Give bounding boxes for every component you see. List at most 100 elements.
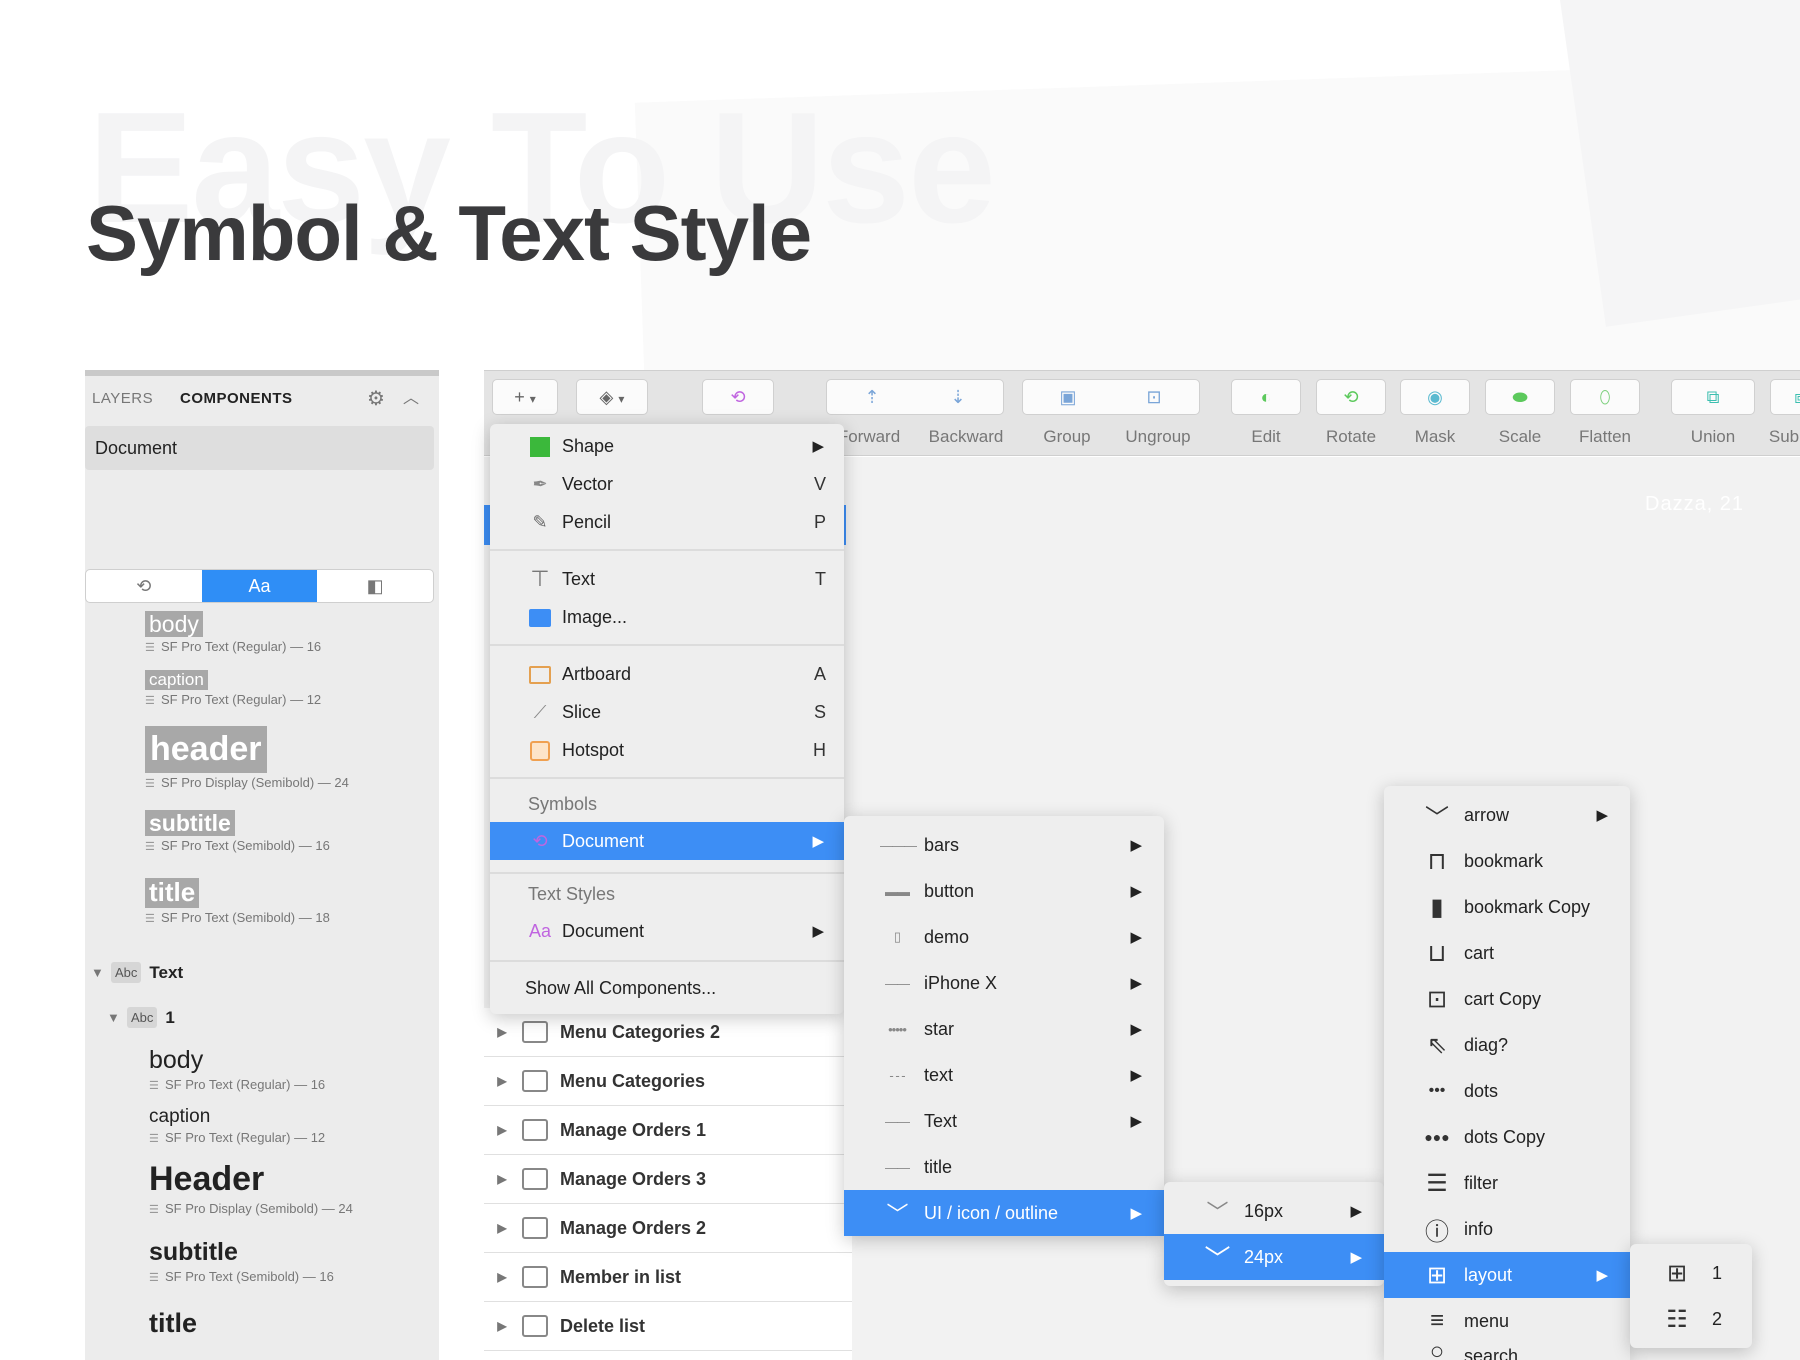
submenu-item-button[interactable]: ▬▬ button ▶ (844, 868, 1164, 914)
tree-group-1[interactable]: ▼ Abc 1 (107, 1007, 175, 1028)
menu-item-image[interactable]: Image... (490, 598, 844, 636)
filter-icon: ☰ (1426, 1169, 1448, 1197)
insert-button[interactable]: + ▾ (492, 379, 558, 415)
scale-button[interactable]: ⬬ (1485, 379, 1555, 415)
menu-item-shape[interactable]: Shape ▶ (490, 427, 844, 465)
icon-item-bookmark[interactable]: ⊓ bookmark (1384, 838, 1630, 884)
document-selector[interactable]: Document (85, 426, 434, 470)
disclosure-triangle-icon[interactable]: ▶ (490, 1074, 514, 1088)
text-style-subtitle-plain[interactable]: subtitle ☰ SF Pro Text (Semibold) — 16 (149, 1238, 334, 1284)
subtract-button[interactable]: ⧈ (1770, 379, 1800, 415)
layer-row[interactable]: ▶ Manage Orders 3 (484, 1155, 852, 1204)
disclosure-triangle-icon[interactable]: ▼ (91, 965, 111, 980)
tree-group-text[interactable]: ▼ Abc Text (91, 962, 183, 983)
submenu-item-ui-icon-outline[interactable]: ﹀ UI / icon / outline ▶ (844, 1190, 1164, 1236)
menu-item-pencil[interactable]: ✎ Pencil P (490, 503, 844, 541)
layer-row[interactable]: ▶ Member in list (484, 1253, 852, 1302)
forward-icon[interactable]: ⇡ (829, 380, 915, 414)
icon-item-arrow[interactable]: ﹀ arrow ▶ (1384, 792, 1630, 838)
create-symbol-button[interactable]: ⟲ (702, 379, 774, 415)
disclosure-triangle-icon[interactable]: ▶ (490, 1270, 514, 1284)
text-style-caption[interactable]: caption ☰ SF Pro Text (Regular) — 12 (145, 670, 321, 707)
menu-item-symbols-document[interactable]: ⟲ Document ▶ (490, 822, 844, 860)
layer-row[interactable]: ▶ Menu Categories 2 (484, 1008, 852, 1057)
gear-icon[interactable]: ⚙ (365, 388, 387, 410)
chevron-up-icon[interactable]: ︿ (400, 388, 422, 410)
layout-item-1[interactable]: ⊞ 1 (1630, 1250, 1752, 1296)
icon-item-cart[interactable]: ⊔ cart (1384, 930, 1630, 976)
submenu-item-text[interactable]: - - - text ▶ (844, 1052, 1164, 1098)
chevron-down-icon: ﹀ (886, 1202, 908, 1227)
icon-item-filter[interactable]: ☰ filter (1384, 1160, 1630, 1206)
icon-item-dots[interactable]: ••• dots (1384, 1068, 1630, 1114)
edit-label: Edit (1251, 427, 1281, 446)
size-submenu: ﹀ 16px ▶ ﹀ 24px ▶ (1164, 1182, 1384, 1286)
icon-item-search[interactable]: ○ search (1384, 1338, 1630, 1360)
disclosure-triangle-icon[interactable]: ▶ (490, 1319, 514, 1333)
icon-item-dots-copy[interactable]: ●●● dots Copy (1384, 1114, 1630, 1160)
submenu-item-text-cap[interactable]: —— Text ▶ (844, 1098, 1164, 1144)
text-style-caption-plain[interactable]: caption ☰ SF Pro Text (Regular) — 12 (149, 1106, 325, 1145)
ungroup-icon[interactable]: ⊡ (1111, 380, 1197, 414)
disclosure-triangle-icon[interactable]: ▼ (107, 1010, 127, 1025)
text-style-body-plain[interactable]: body ☰ SF Pro Text (Regular) — 16 (149, 1046, 325, 1092)
image-icon (528, 607, 552, 628)
tab-layers[interactable]: LAYERS (92, 390, 153, 407)
layer-row[interactable]: ▶ Manage Orders 2 (484, 1204, 852, 1253)
layers-dropdown[interactable]: ◈ ▾ (576, 379, 648, 415)
menu-item-hotspot[interactable]: Hotspot H (490, 731, 844, 769)
mask-icon: ◉ (1427, 387, 1443, 407)
submenu-item-bars[interactable]: ——— bars ▶ (844, 822, 1164, 868)
submenu-item-24px[interactable]: ﹀ 24px ▶ (1164, 1234, 1384, 1280)
hero-title: Symbol & Text Style (86, 189, 812, 277)
text-styles-segment[interactable]: Aa (201, 570, 318, 602)
icon-item-diag[interactable]: ⇖ diag? (1384, 1022, 1630, 1068)
layer-styles-segment[interactable]: ◧ (317, 570, 433, 602)
text-style-title-plain[interactable]: title (149, 1308, 197, 1339)
disclosure-triangle-icon[interactable]: ▶ (490, 1221, 514, 1235)
edit-button[interactable]: ◐ (1231, 379, 1301, 415)
text-style-header-plain[interactable]: Header ☰ SF Pro Display (Semibold) — 24 (149, 1160, 353, 1216)
text-style-header[interactable]: header ☰ SF Pro Display (Semibold) — 24 (145, 726, 349, 790)
icon-item-layout[interactable]: ⊞ layout ▶ (1384, 1252, 1630, 1298)
submenu-arrow-icon: ▶ (812, 438, 824, 455)
symbols-segment[interactable]: ⟲ (86, 570, 202, 602)
submenu-arrow-icon: ▶ (1130, 975, 1142, 992)
symbol-icon: ⟲ (136, 576, 152, 596)
text-style-icon: Aa (528, 920, 552, 941)
rotate-button[interactable]: ⟲ (1316, 379, 1386, 415)
text-style-body[interactable]: body ☰ SF Pro Text (Regular) — 16 (145, 611, 321, 654)
icon-item-cart-copy[interactable]: ⊡ cart Copy (1384, 976, 1630, 1022)
symbol-preview-icon: —— (885, 1159, 910, 1175)
submenu-item-16px[interactable]: ﹀ 16px ▶ (1164, 1188, 1384, 1234)
text-style-title[interactable]: title ☰ SF Pro Text (Semibold) — 18 (145, 877, 330, 925)
icon-item-bookmark-copy[interactable]: ▮ bookmark Copy (1384, 884, 1630, 930)
disclosure-triangle-icon[interactable]: ▶ (490, 1172, 514, 1186)
menu-item-vector[interactable]: ✒ Vector V (490, 465, 844, 503)
submenu-arrow-icon: ▶ (1130, 1113, 1142, 1130)
mask-button[interactable]: ◉ (1400, 379, 1470, 415)
layer-row[interactable]: ▶ Delete list (484, 1302, 852, 1351)
disclosure-triangle-icon[interactable]: ▶ (490, 1123, 514, 1137)
canvas-hint: Dazza, 21 (1645, 493, 1745, 515)
icon-item-info[interactable]: ⓘ info (1384, 1206, 1630, 1252)
submenu-item-demo[interactable]: ▯ demo ▶ (844, 914, 1164, 960)
backward-icon[interactable]: ⇣ (915, 380, 1001, 414)
submenu-item-star[interactable]: ••••• star ▶ (844, 1006, 1164, 1052)
menu-item-artboard[interactable]: Artboard A (490, 655, 844, 693)
flatten-button[interactable]: ⬯ (1570, 379, 1640, 415)
disclosure-triangle-icon[interactable]: ▶ (490, 1025, 514, 1039)
layer-row[interactable]: ▶ Manage Orders 1 (484, 1106, 852, 1155)
submenu-item-title[interactable]: —— title (844, 1144, 1164, 1190)
show-all-components[interactable]: Show All Components... (525, 978, 716, 999)
menu-item-text-styles-document[interactable]: Aa Document ▶ (490, 912, 844, 950)
submenu-item-iphone-x[interactable]: —— iPhone X ▶ (844, 960, 1164, 1006)
menu-item-text[interactable]: ⊤ Text T (490, 560, 844, 598)
text-style-subtitle[interactable]: subtitle ☰ SF Pro Text (Semibold) — 16 (145, 810, 330, 853)
union-button[interactable]: ⧉ (1671, 379, 1755, 415)
layer-row[interactable]: ▶ Menu Categories (484, 1057, 852, 1106)
tab-components[interactable]: COMPONENTS (180, 390, 293, 407)
group-icon[interactable]: ▣ (1025, 380, 1111, 414)
layout-item-2[interactable]: ☷ 2 (1630, 1296, 1752, 1342)
menu-item-slice[interactable]: ⟋ Slice S (490, 693, 844, 731)
